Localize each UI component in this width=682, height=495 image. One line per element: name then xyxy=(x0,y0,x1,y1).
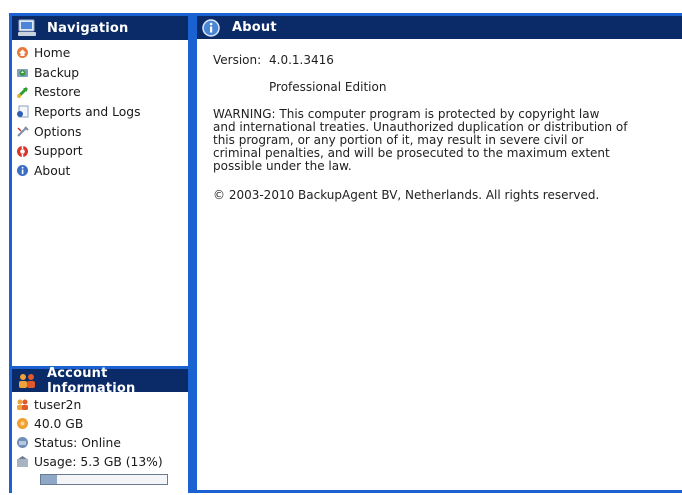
nav-item-label: Options xyxy=(34,124,82,139)
nav-item-label: Restore xyxy=(34,85,81,100)
computer-icon xyxy=(17,19,37,37)
account-header: Account Information xyxy=(12,366,188,396)
about-title: About xyxy=(232,20,277,35)
nav-item-home[interactable]: Home xyxy=(16,43,188,63)
backup-icon xyxy=(16,66,29,79)
about-panel: About Version: 4.0.1.3416 Professional E… xyxy=(197,16,682,490)
storage-icon xyxy=(16,417,29,430)
nav-item-support[interactable]: Support xyxy=(16,141,188,161)
copyright-warning: WARNING: This computer program is protec… xyxy=(213,108,633,173)
version-row: Version: 4.0.1.3416 xyxy=(213,54,682,67)
account-username: tuser2n xyxy=(16,395,188,414)
usage-progress-bar xyxy=(40,474,168,485)
usage-progress-fill xyxy=(41,475,58,484)
nav-item-label: Support xyxy=(34,144,83,159)
warning-line: possible under the law. xyxy=(213,159,352,173)
version-value: 4.0.1.3416 xyxy=(269,53,334,67)
username-text: tuser2n xyxy=(34,397,82,412)
nav-item-backup[interactable]: Backup xyxy=(16,63,188,83)
quota-text: 40.0 GB xyxy=(34,416,84,431)
edition-text: Professional Edition xyxy=(269,80,387,94)
usage-icon xyxy=(16,455,29,468)
nav-item-about[interactable]: About xyxy=(16,161,188,181)
version-label: Version: xyxy=(213,53,262,67)
options-icon xyxy=(16,125,29,138)
navigation-header: Navigation xyxy=(12,16,188,40)
reports-icon xyxy=(16,105,29,118)
support-icon xyxy=(16,145,29,158)
users-icon xyxy=(17,372,37,390)
nav-item-label: About xyxy=(34,163,71,178)
navigation-title: Navigation xyxy=(47,20,129,36)
nav-item-options[interactable]: Options xyxy=(16,122,188,142)
restore-icon xyxy=(16,86,29,99)
nav-item-label: Home xyxy=(34,45,71,60)
account-panel: Account Information tuser2n 40.0 GB Stat… xyxy=(12,366,188,493)
status-icon xyxy=(16,436,29,449)
nav-item-reports-and-logs[interactable]: Reports and Logs xyxy=(16,102,188,122)
usage-text: Usage: 5.3 GB (13%) xyxy=(34,454,163,469)
copyright-notice: © 2003-2010 BackupAgent BV, Netherlands.… xyxy=(213,188,600,202)
account-title: Account Information xyxy=(47,365,136,396)
info-icon xyxy=(202,18,222,37)
account-info-list: tuser2n 40.0 GB Status: Online Usage: 5.… xyxy=(12,392,188,485)
nav-item-label: Backup xyxy=(34,65,80,80)
nav-list: Home Backup Restore Reports and Logs Opt… xyxy=(12,40,188,181)
status-text: Status: Online xyxy=(34,435,121,450)
about-header: About xyxy=(197,16,682,39)
account-usage: Usage: 5.3 GB (13%) xyxy=(16,452,188,471)
nav-item-label: Reports and Logs xyxy=(34,104,141,119)
home-icon xyxy=(16,46,29,59)
info-icon xyxy=(16,164,29,177)
account-quota: 40.0 GB xyxy=(16,414,188,433)
about-content: Version: 4.0.1.3416 Professional Edition… xyxy=(197,39,682,202)
user-icon xyxy=(16,398,29,411)
account-status: Status: Online xyxy=(16,433,188,452)
nav-item-restore[interactable]: Restore xyxy=(16,82,188,102)
navigation-panel: Navigation Home Backup Restore Reports a… xyxy=(12,16,188,366)
